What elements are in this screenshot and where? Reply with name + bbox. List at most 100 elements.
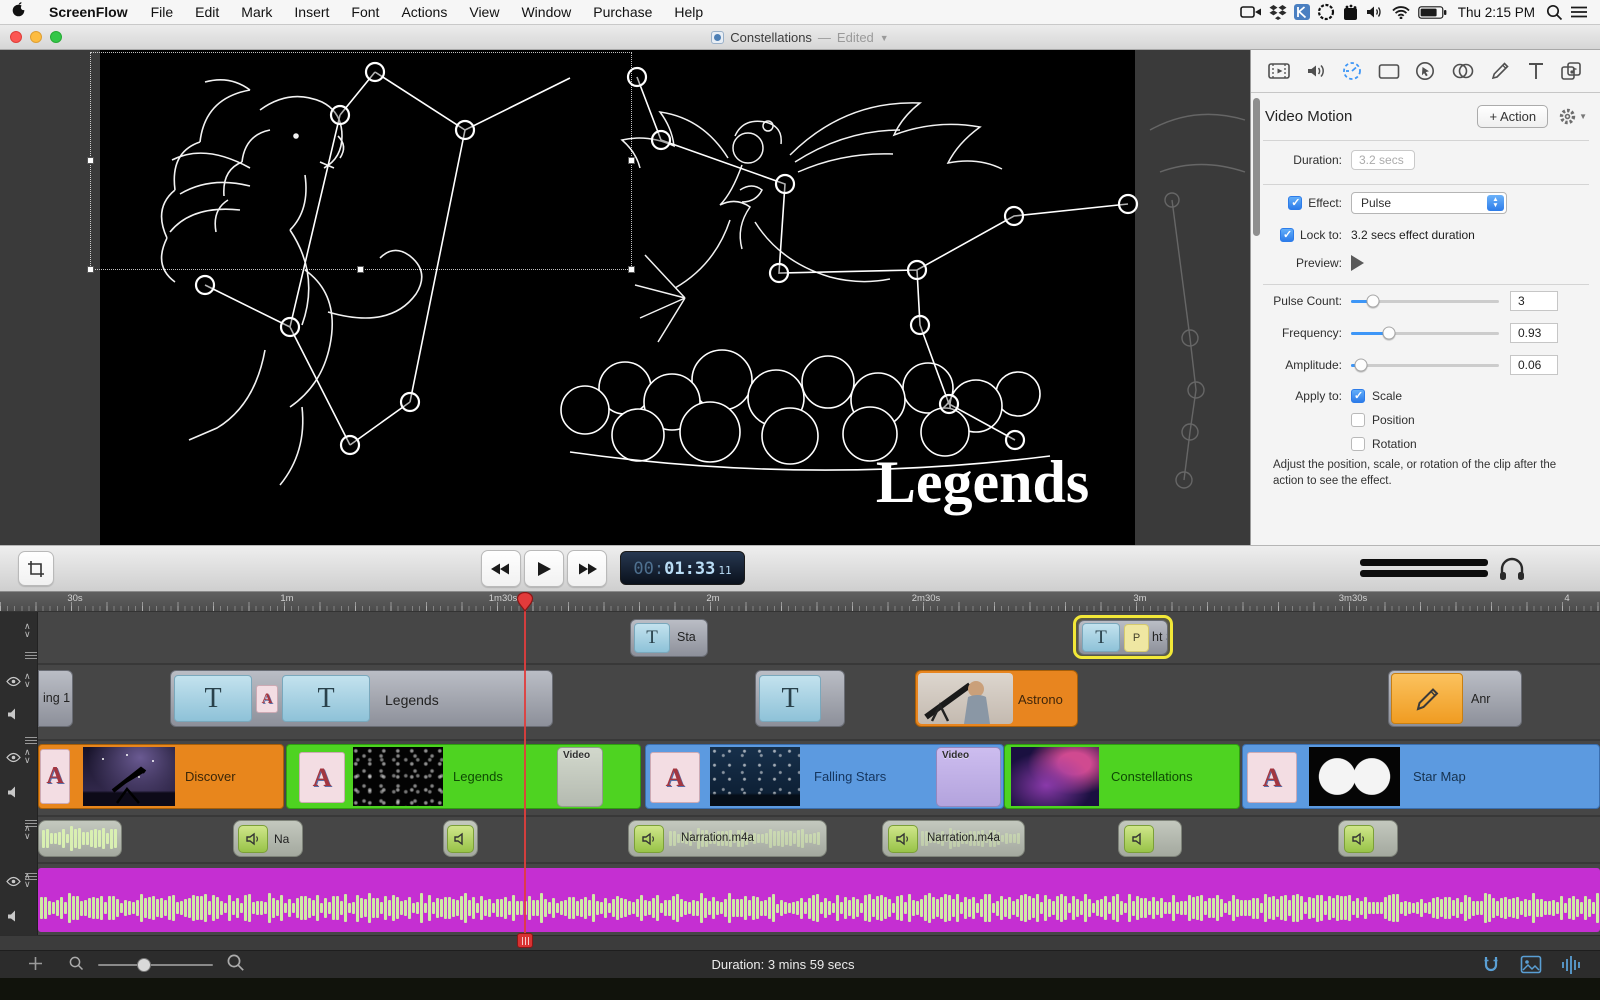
camera-status-icon[interactable] [1239,5,1262,19]
rewind-button[interactable] [481,550,521,587]
notification-center-icon[interactable] [1570,5,1588,19]
document-proxy-icon[interactable] [711,31,725,44]
menu-mark[interactable]: Mark [230,0,283,25]
lock-checkbox[interactable] [1279,228,1294,242]
editing-canvas[interactable]: Legends [0,50,1250,545]
play-button[interactable] [524,550,564,587]
fast-forward-button[interactable] [567,550,607,587]
amplitude-value[interactable]: 0.06 [1510,355,1558,375]
effect-dropdown[interactable]: Pulse ▲ ▼ [1351,192,1507,214]
menu-insert[interactable]: Insert [283,0,340,25]
menu-actions[interactable]: Actions [390,0,458,25]
snapping-magnet-icon[interactable] [1480,954,1502,976]
preview-play-button[interactable] [1351,255,1364,271]
clip-text-partial[interactable]: ing 1 [38,670,73,727]
clip-audio[interactable] [1118,820,1182,857]
waveforms-toggle-icon[interactable] [1560,955,1582,975]
amplitude-slider[interactable] [1351,358,1499,372]
menu-edit[interactable]: Edit [184,0,230,25]
menu-purchase[interactable]: Purchase [582,0,663,25]
track-grip-icon[interactable] [25,737,37,744]
frequency-value[interactable]: 0.93 [1510,323,1558,343]
selection-handle[interactable] [628,157,635,164]
crop-button[interactable] [18,551,54,586]
zoom-out-icon[interactable] [69,956,84,974]
menu-bar-clock[interactable]: Thu 2:15 PM [1454,5,1539,20]
clip-video-legends[interactable]: A Legends Video [286,744,641,809]
clip-video-discover[interactable]: A Discover [38,744,284,809]
menu-help[interactable]: Help [663,0,714,25]
rotation-checkbox[interactable] [1351,437,1365,451]
screen-recording-tab-icon[interactable] [1377,60,1401,82]
track-visibility-icon[interactable] [6,750,21,768]
clip-video-star-map[interactable]: A Star Map [1242,744,1600,809]
selection-handle[interactable] [87,157,94,164]
clip-music-track[interactable] [38,868,1600,932]
clip-text-selected[interactable]: T P ht S [1078,620,1168,655]
media-library-tab-icon[interactable] [1559,60,1585,82]
nested-video-clip[interactable]: Video [936,747,1001,807]
clip-astronomer[interactable]: Astrono [915,670,1078,727]
title-chevron-icon[interactable]: ▼ [880,33,889,43]
frequency-slider[interactable] [1351,326,1499,340]
track-collapse-control[interactable]: ∧ ∨ [24,622,31,639]
app-cube-icon[interactable] [1342,4,1359,21]
add-action-button[interactable]: + Action [1477,104,1549,128]
wifi-icon[interactable] [1391,5,1411,19]
thumbnails-toggle-icon[interactable] [1520,955,1542,975]
callout-tab-icon[interactable] [1413,60,1437,82]
track-grip-icon[interactable] [25,652,37,659]
menu-file[interactable]: File [140,0,185,25]
clip-text-sta[interactable]: T Sta [630,619,708,657]
playhead-marker[interactable] [516,592,534,612]
selection-handle[interactable] [357,266,364,273]
track-visibility-icon[interactable] [6,674,21,692]
nested-video-clip[interactable]: Video [557,747,603,807]
menu-font[interactable]: Font [340,0,390,25]
creative-cloud-icon[interactable] [1317,3,1335,21]
clip-video-constellations[interactable]: Constellations [1004,744,1240,809]
add-track-button[interactable] [28,956,43,974]
clip-audio[interactable] [443,820,478,857]
transition-badge[interactable]: A [256,685,278,713]
scale-checkbox[interactable] [1351,389,1365,403]
spotlight-search-icon[interactable] [1546,4,1563,21]
transitions-tab-icon[interactable] [1450,60,1476,82]
timeline-ruler[interactable]: 30s 1m 1m30s 2m 2m30s 3m 3m30s 4 [0,592,1600,612]
menu-window[interactable]: Window [510,0,582,25]
battery-icon[interactable] [1417,5,1447,19]
track-collapse-control[interactable]: ∧ ∨ [24,672,31,689]
clip-audio[interactable] [1338,820,1398,857]
zoom-slider-thumb[interactable] [137,957,151,972]
dropbox-icon[interactable] [1269,4,1287,20]
gear-menu-button[interactable]: ▼ [1558,107,1587,126]
playhead-scroll-marker[interactable] [517,933,533,948]
track-mute-icon[interactable] [7,786,20,804]
text-tab-icon[interactable] [1525,60,1547,82]
krita-icon[interactable] [1293,4,1310,20]
selection-handle[interactable] [628,266,635,273]
video-motion-tab-icon-selected[interactable] [1340,60,1364,82]
timeline-scroll-strip[interactable] [0,935,1600,950]
track-mute-icon[interactable] [7,708,20,726]
video-properties-tab-icon[interactable] [1267,60,1291,82]
timeline-zoom-slider[interactable] [98,957,213,972]
annotations-tab-icon[interactable] [1488,60,1512,82]
clip-video-falling-stars[interactable]: A Falling Stars Video [645,744,1004,809]
pulse-count-value[interactable]: 3 [1510,291,1558,311]
app-menu[interactable]: ScreenFlow [37,4,140,20]
clip-audio-na[interactable]: Na [233,820,303,857]
track-mute-icon[interactable] [7,910,20,928]
clip-text-legends[interactable]: T A T Legends [170,670,553,727]
clip-annotation[interactable]: Anr [1388,670,1522,727]
track-collapse-control[interactable]: ∧ ∨ [24,824,31,841]
zoom-in-icon[interactable] [227,954,245,975]
clip-audio-narration-2[interactable]: Narration.m4a [882,820,1025,857]
track-visibility-icon[interactable] [6,874,21,892]
effect-checkbox[interactable] [1288,196,1303,210]
position-checkbox[interactable] [1351,413,1365,427]
clip-audio-waveform[interactable] [38,820,122,857]
clip-audio-narration-1[interactable]: Narration.m4a [628,820,827,857]
headphones-monitor-icon[interactable] [1498,555,1526,582]
track-collapse-control[interactable]: ∧ ∨ [24,872,31,889]
